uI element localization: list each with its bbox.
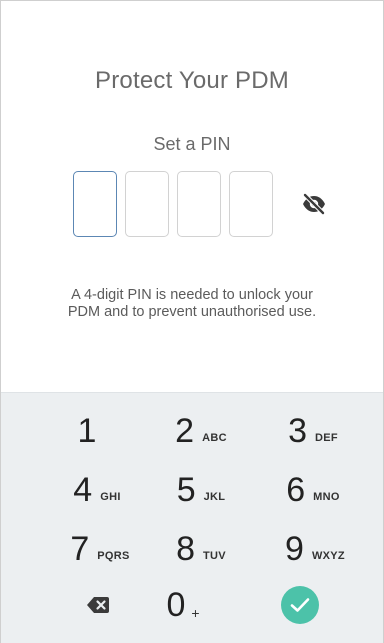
eye-off-icon [302,193,326,215]
key-2[interactable]: 2 ABC [151,405,251,457]
key-digit: 2 [175,412,195,450]
pin-digit-4[interactable] [229,171,273,237]
helper-line-1: A 4-digit PIN is needed to unlock your [71,287,313,303]
key-digit: 1 [77,412,97,450]
key-8[interactable]: 8 TUV [151,523,251,575]
toggle-pin-visibility-button[interactable] [301,193,327,215]
page-title: Protect Your PDM [95,67,289,94]
pin-digit-3[interactable] [177,171,221,237]
key-letters: TUV [203,550,226,562]
pin-digit-1[interactable] [73,171,117,237]
helper-line-2: PDM and to prevent unauthorised use. [67,304,317,320]
key-digit: 4 [73,471,93,509]
key-digit: 6 [286,471,306,509]
numeric-keypad: 1 2 ABC 3 DEF 4 GHI 5 JKL 6 MNO 7 PQRS 8… [1,392,383,643]
pin-digit-2[interactable] [125,171,169,237]
key-letters: PQRS [97,550,130,562]
key-digit: 5 [176,471,196,509]
key-symbol: + [191,605,200,621]
key-4[interactable]: 4 GHI [47,464,147,516]
key-0[interactable]: 0 + [133,579,233,631]
key-digit: 3 [288,412,307,450]
key-letters: JKL [203,491,226,503]
key-letters: GHI [100,491,121,503]
key-7[interactable]: 7 PQRS [50,523,150,575]
key-letters: MNO [313,491,340,503]
key-digit: 0 [166,586,186,624]
key-letters: DEF [315,432,338,444]
done-circle [281,586,319,624]
key-5[interactable]: 5 JKL [151,464,251,516]
key-3[interactable]: 3 DEF [263,405,363,457]
key-6[interactable]: 6 MNO [263,464,363,516]
pin-helper-text: A 4-digit PIN is needed to unlock your P… [1,287,383,321]
pin-prompt: Set a PIN [153,134,231,154]
key-letters: WXYZ [311,550,345,562]
key-digit: 8 [176,530,195,568]
key-digit: 9 [285,530,304,568]
check-icon [290,598,310,612]
key-1[interactable]: 1 [37,405,137,457]
backspace-icon [87,597,109,613]
done-button[interactable] [250,579,350,631]
pin-entry [73,171,273,237]
key-letters: ABC [202,432,227,444]
key-digit: 7 [70,530,90,568]
key-9[interactable]: 9 WXYZ [265,523,365,575]
